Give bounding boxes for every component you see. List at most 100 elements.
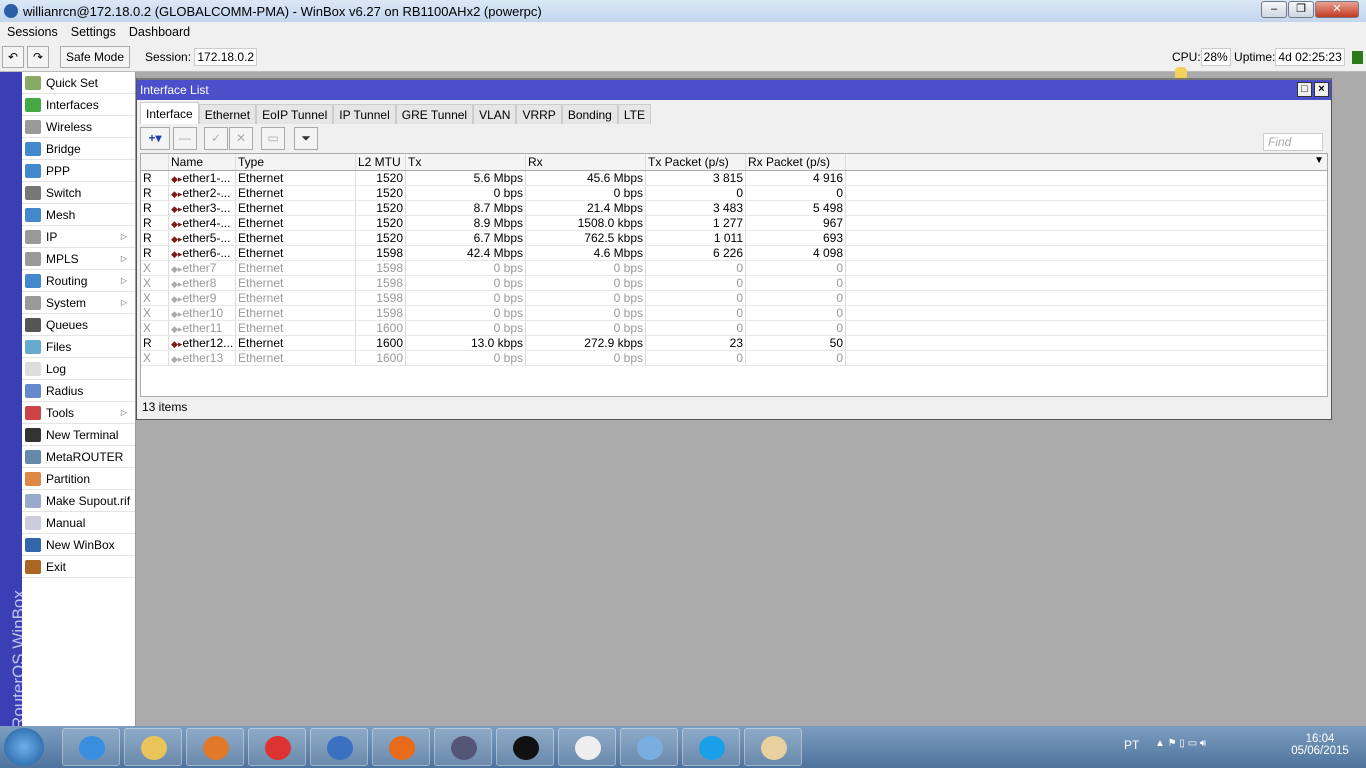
- column-header[interactable]: Rx: [526, 154, 646, 170]
- sidebar-item-tools[interactable]: Tools ▷: [22, 402, 135, 424]
- close-window-button[interactable]: ×: [1314, 82, 1329, 97]
- taskbar-paint[interactable]: [744, 728, 802, 766]
- comment-button[interactable]: ▭: [261, 127, 285, 150]
- sidebar-item-radius[interactable]: Radius: [22, 380, 135, 402]
- close-button[interactable]: ✕: [1315, 1, 1359, 18]
- find-input[interactable]: Find: [1263, 133, 1323, 151]
- maximize-window-button[interactable]: □: [1297, 82, 1312, 97]
- taskbar-firefox[interactable]: [372, 728, 430, 766]
- taskbar-chrome[interactable]: [248, 728, 306, 766]
- cell: 0 bps: [406, 321, 526, 335]
- table-row[interactable]: X ◆▸ether11 Ethernet 1600 0 bps 0 bps 0 0: [141, 321, 1327, 336]
- column-header[interactable]: L2 MTU: [356, 154, 406, 170]
- table-row[interactable]: X ◆▸ether10 Ethernet 1598 0 bps 0 bps 0 0: [141, 306, 1327, 321]
- sidebar-item-log[interactable]: Log: [22, 358, 135, 380]
- tab-gre-tunnel[interactable]: GRE Tunnel: [395, 104, 474, 124]
- interface-name: ether13: [182, 351, 224, 365]
- add-button[interactable]: +▾: [140, 127, 170, 150]
- sidebar-item-system[interactable]: System ▷: [22, 292, 135, 314]
- cell: 0 bps: [526, 276, 646, 290]
- taskbar-command-prompt[interactable]: [496, 728, 554, 766]
- sidebar-item-mesh[interactable]: Mesh: [22, 204, 135, 226]
- tab-lte[interactable]: LTE: [617, 104, 651, 124]
- enable-button[interactable]: ✓: [204, 127, 228, 150]
- sidebar-item-make-supout-rif[interactable]: Make Supout.rif: [22, 490, 135, 512]
- cell: 1520: [356, 231, 406, 245]
- taskbar-vpn[interactable]: [434, 728, 492, 766]
- sidebar-item-interfaces[interactable]: Interfaces: [22, 94, 135, 116]
- sidebar-item-quick-set[interactable]: Quick Set: [22, 72, 135, 94]
- sidebar-item-new-terminal[interactable]: New Terminal: [22, 424, 135, 446]
- tab-ethernet[interactable]: Ethernet: [198, 104, 257, 124]
- remove-button[interactable]: —: [173, 127, 197, 150]
- taskbar-file-explorer[interactable]: [124, 728, 182, 766]
- taskbar-skype[interactable]: [682, 728, 740, 766]
- tab-interface[interactable]: Interface: [140, 102, 199, 124]
- interface-name: ether1-...: [182, 171, 231, 185]
- cell: 1598: [356, 291, 406, 305]
- maximize-button[interactable]: ❐: [1288, 1, 1314, 18]
- column-header[interactable]: Type: [236, 154, 356, 170]
- tab-vlan[interactable]: VLAN: [473, 104, 517, 124]
- sidebar-item-switch[interactable]: Switch: [22, 182, 135, 204]
- tab-vrrp[interactable]: VRRP: [516, 104, 562, 124]
- column-header[interactable]: Tx: [406, 154, 526, 170]
- control-panel-icon: [637, 736, 663, 760]
- tab-bonding[interactable]: Bonding: [561, 104, 618, 124]
- sidebar-item-bridge[interactable]: Bridge: [22, 138, 135, 160]
- tab-ip-tunnel[interactable]: IP Tunnel: [333, 104, 396, 124]
- table-row[interactable]: R ◆▸ether3-... Ethernet 1520 8.7 Mbps 21.4 Mb…: [141, 201, 1327, 216]
- table-row[interactable]: R ◆▸ether1-... Ethernet 1520 5.6 Mbps 45.6 Mb…: [141, 171, 1327, 186]
- table-row[interactable]: X ◆▸ether8 Ethernet 1598 0 bps 0 bps 0 0: [141, 276, 1327, 291]
- menu-dashboard[interactable]: Dashboard: [129, 25, 190, 39]
- table-row[interactable]: R ◆▸ether6-... Ethernet 1598 42.4 Mbps 4.6 Mb…: [141, 246, 1327, 261]
- taskbar-control-panel[interactable]: [620, 728, 678, 766]
- column-header[interactable]: Name: [169, 154, 236, 170]
- column-header[interactable]: [141, 154, 169, 170]
- sidebar-item-partition[interactable]: Partition: [22, 468, 135, 490]
- interface-name: ether4-...: [182, 216, 231, 230]
- column-header[interactable]: Rx Packet (p/s): [746, 154, 846, 170]
- clock-date[interactable]: 05/06/2015: [1290, 745, 1350, 757]
- table-row[interactable]: R ◆▸ether2-... Ethernet 1520 0 bps 0 bps 0 0: [141, 186, 1327, 201]
- redo-button[interactable]: ↷: [27, 46, 49, 68]
- sidebar-item-routing[interactable]: Routing ▷: [22, 270, 135, 292]
- manual-icon: [25, 515, 41, 530]
- taskbar-chart-app[interactable]: [558, 728, 616, 766]
- sidebar-item-queues[interactable]: Queues: [22, 314, 135, 336]
- show-hidden-icons-icon[interactable]: ▲ ⚑ ▯ ▭ 🔊︎: [1155, 738, 1206, 749]
- disable-button[interactable]: ✕: [229, 127, 253, 150]
- safe-mode-button[interactable]: Safe Mode: [60, 46, 130, 68]
- table-row[interactable]: R ◆▸ether12... Ethernet 1600 13.0 kbps 272.9 …: [141, 336, 1327, 351]
- sidebar-item-new-winbox[interactable]: New WinBox: [22, 534, 135, 556]
- sidebar-item-files[interactable]: Files: [22, 336, 135, 358]
- table-row[interactable]: X ◆▸ether7 Ethernet 1598 0 bps 0 bps 0 0: [141, 261, 1327, 276]
- taskbar-winbox[interactable]: [310, 728, 368, 766]
- start-button[interactable]: [4, 728, 44, 766]
- sidebar-item-ip[interactable]: IP ▷: [22, 226, 135, 248]
- sidebar-item-metarouter[interactable]: MetaROUTER: [22, 446, 135, 468]
- column-menu-icon[interactable]: ▼: [1314, 155, 1324, 166]
- column-header[interactable]: Tx Packet (p/s): [646, 154, 746, 170]
- filter-button[interactable]: ⏷: [294, 127, 318, 150]
- table-row[interactable]: X ◆▸ether13 Ethernet 1600 0 bps 0 bps 0 0: [141, 351, 1327, 366]
- sidebar-item-manual[interactable]: Manual: [22, 512, 135, 534]
- tab-eoip-tunnel[interactable]: EoIP Tunnel: [256, 104, 334, 124]
- minimize-button[interactable]: –: [1261, 1, 1287, 18]
- table-row[interactable]: R ◆▸ether4-... Ethernet 1520 8.9 Mbps 1508.0 …: [141, 216, 1327, 231]
- clock-time[interactable]: 16:04: [1290, 733, 1350, 745]
- sidebar-item-wireless[interactable]: Wireless: [22, 116, 135, 138]
- table-row[interactable]: X ◆▸ether9 Ethernet 1598 0 bps 0 bps 0 0: [141, 291, 1327, 306]
- language-indicator[interactable]: PT: [1124, 738, 1139, 752]
- sidebar-item-exit[interactable]: Exit: [22, 556, 135, 578]
- table-header: Name Type L2 MTU Tx Rx Tx Packet (p/s) Rx Pack…: [141, 154, 1327, 171]
- menu-sessions[interactable]: Sessions: [7, 25, 58, 39]
- sidebar-item-ppp[interactable]: PPP: [22, 160, 135, 182]
- ethernet-interface-icon: ◆▸: [171, 294, 183, 304]
- table-row[interactable]: R ◆▸ether5-... Ethernet 1520 6.7 Mbps 762.5 k…: [141, 231, 1327, 246]
- taskbar-internet-explorer[interactable]: [62, 728, 120, 766]
- taskbar-media-player[interactable]: [186, 728, 244, 766]
- undo-button[interactable]: ↶: [2, 46, 24, 68]
- menu-settings[interactable]: Settings: [71, 25, 116, 39]
- sidebar-item-mpls[interactable]: MPLS ▷: [22, 248, 135, 270]
